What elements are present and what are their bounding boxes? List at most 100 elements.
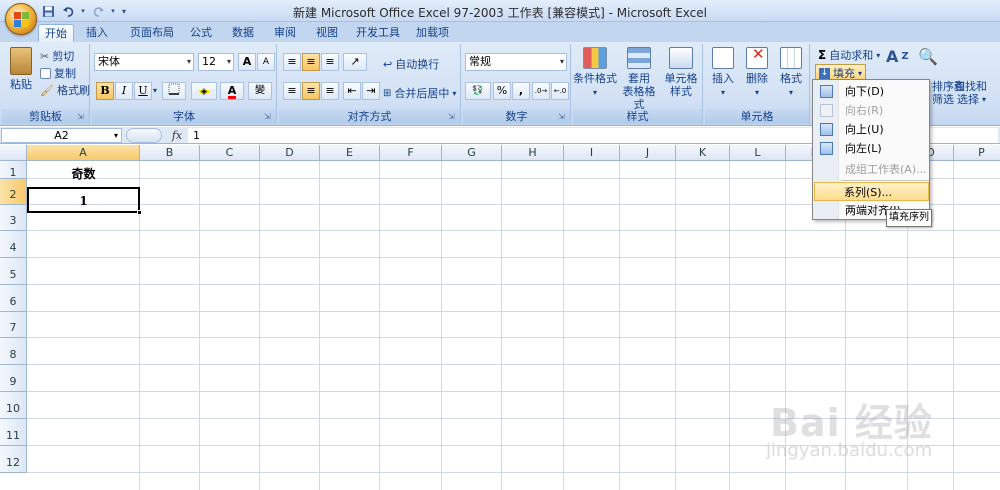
tab-developer[interactable]: 开发工具 [350,24,406,42]
grid-row-line [27,337,1000,338]
decrease-decimal-button[interactable]: ←.0 [551,82,569,100]
increase-indent-button[interactable]: ⇥ [362,82,380,100]
clipboard-launcher-icon[interactable]: ⇲ [77,112,87,122]
format-painter-button[interactable]: 🖌 格式刷 [40,82,90,98]
find-select-icon[interactable]: 🔍 [918,47,938,66]
tab-formulas[interactable]: 公式 [184,24,218,42]
select-all-button[interactable] [0,145,27,161]
name-box[interactable]: A2 ▾ [1,128,122,143]
currency-button[interactable]: 💱 [465,82,491,100]
align-right-button[interactable]: ≡ [321,82,339,100]
row-header-9[interactable]: 9 [0,365,27,392]
wrap-text-button[interactable]: ↩ 自动换行 [383,56,439,72]
menu-item-fill-up[interactable]: 向上(U) [814,120,929,139]
align-center-button[interactable]: ≡ [302,82,320,100]
menu-item-fill-down[interactable]: 向下(D) [814,82,929,101]
copy-button[interactable]: 复制 [40,65,76,81]
row-header-5[interactable]: 5 [0,258,27,285]
column-header-k[interactable]: K [676,145,730,161]
row-header-2[interactable]: 2 [0,179,27,205]
column-header-p[interactable]: P [954,145,1000,161]
borders-button[interactable] [162,82,186,100]
number-launcher-icon[interactable]: ⇲ [558,112,568,122]
row-header-11[interactable]: 11 [0,419,27,446]
column-header-e[interactable]: E [320,145,380,161]
insert-function-button[interactable]: fx [168,128,186,143]
cell-styles-button[interactable]: 单元格 样式 [661,47,701,98]
fill-color-button[interactable]: ◈ [191,82,217,100]
align-left-button[interactable]: ≡ [283,82,301,100]
column-header-g[interactable]: G [442,145,502,161]
grid-column-line [563,161,564,490]
tab-page-layout[interactable]: 页面布局 [124,24,180,42]
comma-button[interactable]: , [512,82,530,100]
row-header-10[interactable]: 10 [0,392,27,419]
row-header-1[interactable]: 1 [0,161,27,179]
column-header-h[interactable]: H [502,145,564,161]
tab-data[interactable]: 数据 [226,24,260,42]
menu-item-across-worksheets[interactable]: 成组工作表(A)... [814,160,929,179]
column-header-l[interactable]: L [730,145,786,161]
baidu-watermark-url: jingyan.baidu.com [766,440,933,461]
column-header-b[interactable]: B [140,145,200,161]
bold-button[interactable]: B [96,82,114,100]
insert-cells-button[interactable]: 插入 ▾ [707,47,739,99]
row-header-12[interactable]: 12 [0,446,27,473]
row-header-8[interactable]: 8 [0,338,27,365]
grid-row-line [27,284,1000,285]
column-header-c[interactable]: C [200,145,260,161]
cut-button[interactable]: ✂ 剪切 [40,48,74,64]
font-launcher-icon[interactable]: ⇲ [264,112,274,122]
decrease-indent-button[interactable]: ⇤ [343,82,361,100]
menu-item-fill-right[interactable]: 向右(R) [814,101,929,120]
row-header-6[interactable]: 6 [0,285,27,312]
tab-addins[interactable]: 加载项 [410,24,455,42]
percent-button[interactable]: % [493,82,511,100]
align-bottom-button[interactable]: ≡ [321,53,339,71]
grow-font-button[interactable]: A [238,53,256,71]
conditional-formatting-button[interactable]: 条件格式 ▾ [573,47,617,99]
row-header-4[interactable]: 4 [0,231,27,258]
tab-home[interactable]: 开始 [38,24,74,42]
number-format-select[interactable]: 常规 ▾ [465,53,567,71]
column-header-a[interactable]: A [27,145,140,161]
office-button[interactable] [5,3,37,35]
font-color-button[interactable]: A [220,82,244,100]
column-header-f[interactable]: F [380,145,442,161]
shrink-font-button[interactable]: A [257,53,275,71]
autosum-button[interactable]: Σ 自动求和 ▾ [818,47,880,63]
italic-button[interactable]: I [115,82,133,100]
underline-button[interactable]: U [134,82,152,100]
increase-decimal-button[interactable]: .0→ [532,82,550,100]
fill-dropdown-menu: 向下(D) 向右(R) 向上(U) 向左(L) 成组工作表(A)... 系列(S… [812,79,930,220]
menu-item-series[interactable]: 系列(S)... [814,182,929,201]
menu-item-fill-left[interactable]: 向左(L) [814,139,929,158]
underline-dropdown-icon[interactable]: ▾ [153,86,157,95]
column-header-i[interactable]: I [564,145,620,161]
tab-review[interactable]: 审阅 [268,24,302,42]
row-header-3[interactable]: 3 [0,205,27,231]
align-middle-button[interactable]: ≡ [302,53,320,71]
format-cells-button[interactable]: 格式 ▾ [775,47,807,99]
group-cells: 插入 ▾ ✕ 删除 ▾ 格式 ▾ 单元格 [705,44,810,124]
align-top-button[interactable]: ≡ [283,53,301,71]
format-as-table-button[interactable]: 套用 表格格式 [619,47,659,111]
fill-handle[interactable] [137,210,142,215]
font-name-select[interactable]: 宋体 ▾ [94,53,194,71]
cell-a1[interactable]: 奇数 [27,165,140,185]
alignment-launcher-icon[interactable]: ⇲ [448,112,458,122]
merge-center-button[interactable]: ⊞ 合并后居中 ▾ [383,85,456,101]
column-header-j[interactable]: J [620,145,676,161]
tab-view[interactable]: 视图 [310,24,344,42]
delete-cells-button[interactable]: ✕ 删除 ▾ [741,47,773,99]
find-select-label-2[interactable]: 筛选 选择 ▾ [932,91,986,107]
paste-button[interactable]: 粘贴 [6,47,36,91]
orientation-button[interactable]: ↗ [343,53,367,71]
column-header-d[interactable]: D [260,145,320,161]
sort-filter-icon[interactable]: AZ [886,47,909,66]
phonetic-button[interactable]: 變 [248,82,272,100]
tab-insert[interactable]: 插入 [80,24,114,42]
row-header-7[interactable]: 7 [0,312,27,338]
font-size-select[interactable]: 12 ▾ [198,53,234,71]
grid-column-line [259,161,260,490]
